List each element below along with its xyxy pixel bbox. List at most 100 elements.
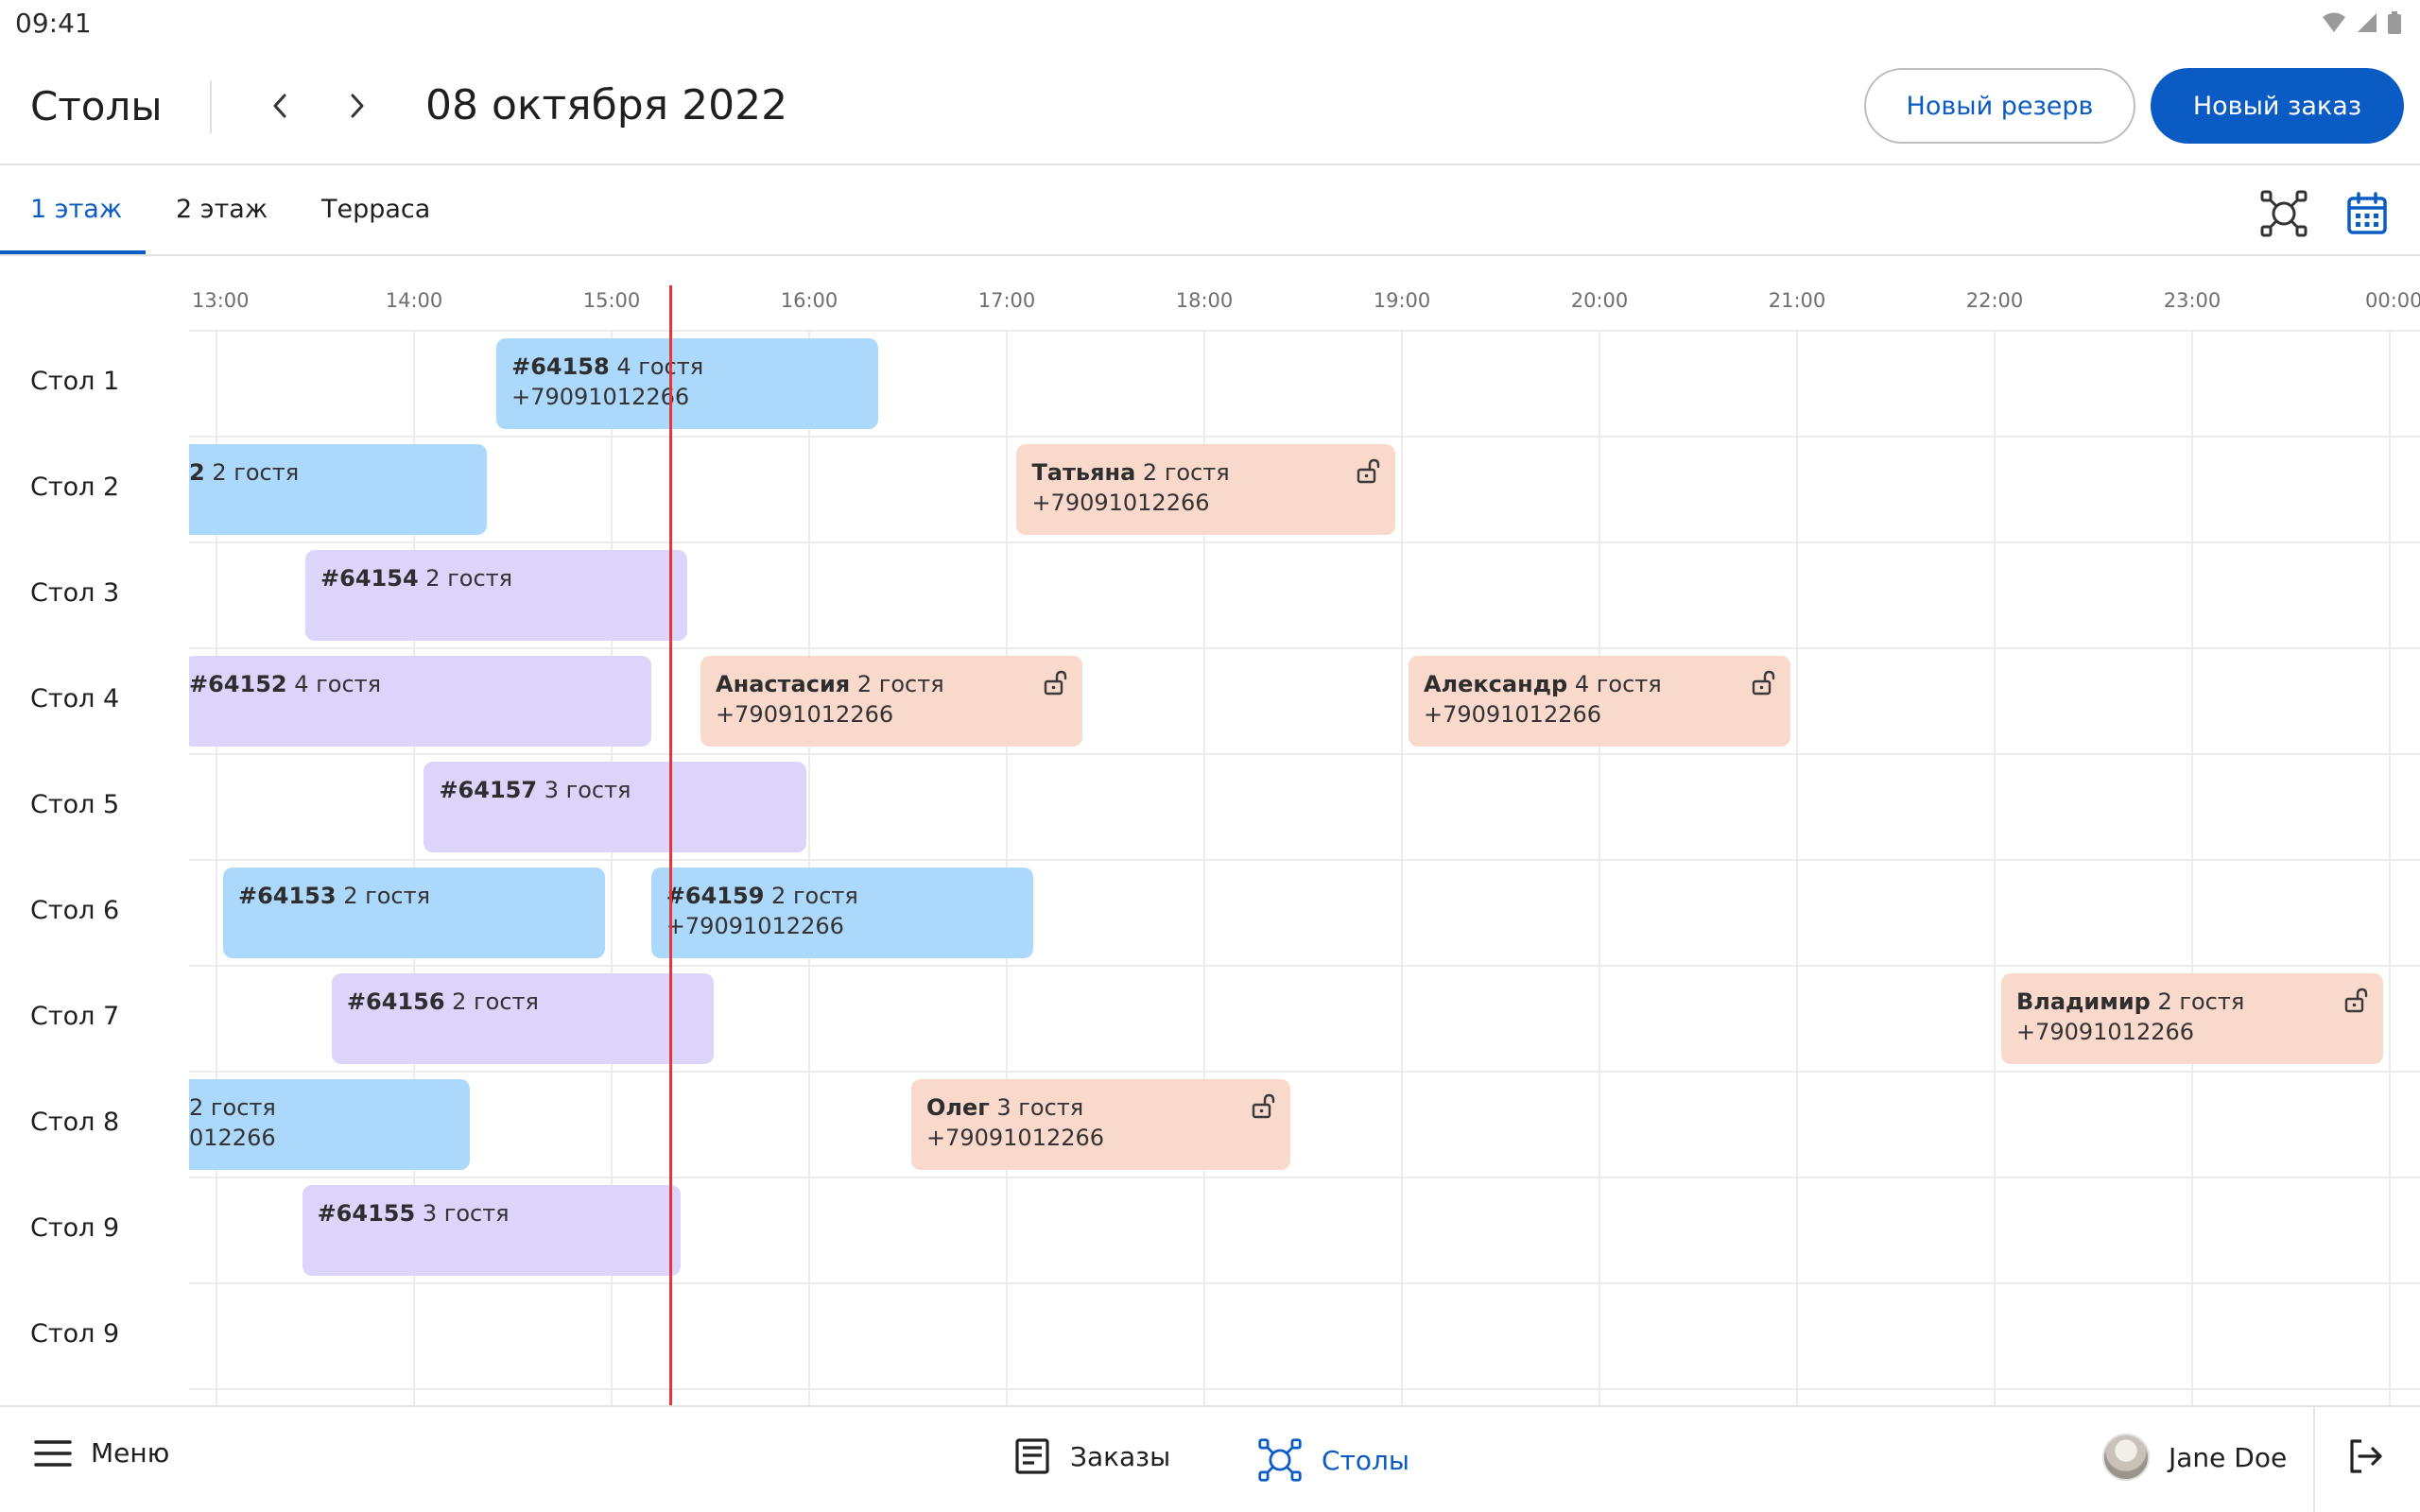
booking-card[interactable]: #64156 2 гостя xyxy=(331,973,714,1064)
booking-card[interactable]: #64155 3 гостя xyxy=(302,1185,682,1276)
booking-summary: #64155 3 гостя xyxy=(318,1198,666,1228)
active-tab-indicator xyxy=(0,250,146,254)
booking-summary: Анастасия 2 гостя xyxy=(716,669,1067,699)
booking-card[interactable]: Татьяна 2 гостя +79091012266 xyxy=(1016,444,1396,535)
booking-title: Татьяна xyxy=(1031,459,1136,486)
booking-card[interactable]: #64157 3 гостя xyxy=(424,762,806,852)
booking-title: #64153 xyxy=(237,883,337,909)
booking-card[interactable]: Владимир 2 гостя +79091012266 xyxy=(2000,973,2384,1064)
calendar-icon xyxy=(2347,192,2387,234)
booking-summary: #64153 2 гостя xyxy=(238,881,590,911)
table-row-label: Стол 8 xyxy=(30,1108,120,1137)
booking-card[interactable]: Олег 3 гостя +79091012266 xyxy=(910,1079,1290,1170)
tables-layout-icon xyxy=(2260,190,2308,237)
orders-icon xyxy=(1015,1438,1049,1474)
chevron-left-icon xyxy=(273,94,286,118)
booking-phone: +79091012266 xyxy=(1031,490,1210,516)
tables-layout-button[interactable] xyxy=(2257,187,2310,240)
booking-summary: Владимир 2 гостя xyxy=(2016,987,2368,1017)
booking-guests: 2 гостя xyxy=(856,671,944,697)
table-row-label: Стол 2 xyxy=(30,472,120,502)
booking-card[interactable]: #64158 4 гостя +79091012266 xyxy=(496,338,879,429)
menu-button[interactable]: Меню xyxy=(34,1437,169,1469)
booking-guests: 3 гостя xyxy=(996,1094,1084,1121)
current-time-line xyxy=(669,285,673,1405)
page-title: Столы xyxy=(30,83,163,129)
booking-guests: 2 гостя xyxy=(2157,988,2245,1015)
bottom-divider xyxy=(2313,1407,2315,1512)
tables-label: Столы xyxy=(1322,1444,1409,1476)
lock-open-icon[interactable] xyxy=(1749,669,1777,697)
lock-open-icon[interactable] xyxy=(1041,669,1069,697)
signal-icon xyxy=(2358,13,2377,32)
booking-card[interactable]: #64154 2 гостя xyxy=(305,550,688,641)
booking-title: #64152 xyxy=(189,671,287,697)
booking-title: #64157 xyxy=(439,777,538,803)
booking-summary: 2 гостя xyxy=(189,1092,455,1123)
booking-guests: 2 гостя xyxy=(1142,459,1230,486)
lock-open-icon[interactable] xyxy=(1354,457,1382,486)
booking-summary: #64156 2 гостя xyxy=(347,987,699,1017)
booking-title: #64159 xyxy=(666,883,765,909)
booking-card[interactable]: #64159 2 гостя +79091012266 xyxy=(650,868,1033,958)
booking-card[interactable]: #64152 4 гостя xyxy=(189,656,651,747)
table-row-label: Стол 1 xyxy=(30,367,120,396)
booking-guests: 4 гостя xyxy=(294,671,382,697)
table-row-label: Стол 9 xyxy=(30,1319,120,1349)
next-date-button[interactable] xyxy=(336,85,377,127)
booking-card[interactable]: #64153 2 гостя xyxy=(222,868,606,958)
header-divider xyxy=(210,80,212,133)
tables-timeline: 13:00 14:00 15:00 16:00 17:00 18:00 19:00 20:00… xyxy=(0,257,2420,1405)
tab-floor-2[interactable]: 2 этаж xyxy=(176,195,268,224)
booking-guests: 2 гостя xyxy=(212,459,300,486)
battery-icon xyxy=(2388,11,2401,34)
booking-title: #64154 xyxy=(320,565,419,592)
lock-open-icon[interactable] xyxy=(2342,987,2370,1015)
chevron-right-icon xyxy=(351,94,364,118)
booking-summary: #64154 2 гостя xyxy=(320,563,672,593)
booking-summary: Олег 3 гостя xyxy=(926,1092,1275,1123)
booking-card[interactable]: 2 2 гостя xyxy=(189,444,487,535)
table-row-label: Стол 5 xyxy=(30,790,120,819)
booking-phone: +79091012266 xyxy=(1423,701,1602,728)
booking-card[interactable]: Анастасия 2 гостя +79091012266 xyxy=(700,656,1083,747)
status-time: 09:41 xyxy=(15,8,92,39)
logout-button[interactable] xyxy=(2346,1437,2384,1475)
tab-floor-1[interactable]: 1 этаж xyxy=(30,195,122,224)
booking-summary: Александр 4 гостя xyxy=(1424,669,1775,699)
tab-terrace[interactable]: Терраса xyxy=(321,195,430,224)
new-reserve-button[interactable]: Новый резерв xyxy=(1864,68,2135,144)
booking-guests: 2 гостя xyxy=(189,1094,276,1121)
current-date: 08 октября 2022 xyxy=(425,81,788,129)
booking-phone: +79091012266 xyxy=(666,913,844,939)
booking-guests: 4 гостя xyxy=(1574,671,1662,697)
booking-summary: #64159 2 гостя xyxy=(666,881,1018,911)
booking-title: Владимир xyxy=(2015,988,2151,1015)
booking-summary: Татьяна 2 гостя xyxy=(1031,457,1380,488)
booking-phone: +79091012266 xyxy=(511,384,690,410)
logout-icon xyxy=(2350,1439,2382,1473)
floor-tabs: 1 этаж 2 этаж Терраса xyxy=(0,166,2420,256)
table-row-label: Стол 7 xyxy=(30,1002,120,1031)
booking-title: Олег xyxy=(925,1094,990,1121)
booking-phone: +79091012266 xyxy=(2015,1019,2195,1045)
table-row-label: Стол 4 xyxy=(30,684,120,713)
nav-tables[interactable]: Столы xyxy=(1257,1437,1409,1483)
status-bar: 09:41 xyxy=(0,0,2420,47)
user-profile[interactable]: Jane Doe xyxy=(2102,1434,2287,1481)
booking-phone: +79091012266 xyxy=(925,1125,1105,1151)
booking-phone: 012266 xyxy=(189,1125,276,1151)
booking-card[interactable]: Александр 4 гостя +79091012266 xyxy=(1408,656,1791,747)
nav-orders[interactable]: Заказы xyxy=(1013,1437,1170,1475)
lock-open-icon[interactable] xyxy=(1249,1092,1277,1121)
booking-title: #64155 xyxy=(317,1200,416,1227)
new-order-button[interactable]: Новый заказ xyxy=(2151,68,2404,144)
prev-date-button[interactable] xyxy=(260,85,302,127)
user-name: Jane Doe xyxy=(2169,1441,2288,1473)
calendar-button[interactable] xyxy=(2341,187,2394,240)
top-app-bar: Столы 08 октября 2022 Новый резерв Новый… xyxy=(0,47,2420,165)
booking-phone: +79091012266 xyxy=(716,701,894,728)
booking-title: #64158 xyxy=(511,353,610,380)
booking-card[interactable]: 2 гостя 012266 xyxy=(189,1079,471,1170)
tables-icon xyxy=(1258,1438,1302,1482)
